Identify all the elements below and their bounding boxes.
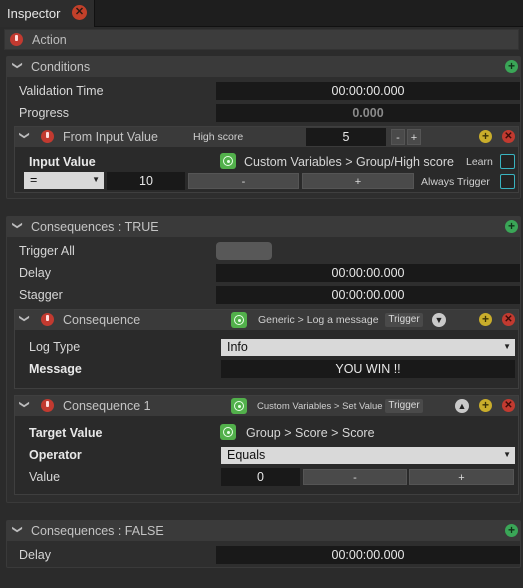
action-title: Action [32, 33, 67, 47]
always-trigger-label: Always Trigger [421, 176, 490, 188]
target-value-path: Group > Score > Score [246, 426, 375, 440]
from-input-title: From Input Value [63, 130, 158, 144]
input-value-label: Input Value [29, 155, 96, 169]
learn-checkbox[interactable] [500, 154, 515, 169]
consequence-header[interactable]: ❯ Consequence Generic > Log a message Tr… [15, 310, 518, 330]
compare-plus-button[interactable]: + [302, 173, 414, 189]
high-score-field[interactable]: 5 [306, 128, 386, 146]
consequences-false-title: Consequences : FALSE [31, 524, 164, 538]
progress-field: 0.000 [216, 104, 520, 122]
remove-icon[interactable]: ✕ [502, 313, 515, 326]
trigger-button[interactable]: Trigger [385, 399, 423, 413]
consequence-1-header[interactable]: ❯ Consequence 1 Custom Variables > Set V… [15, 396, 518, 416]
consequence-path: Generic > Log a message [258, 314, 379, 326]
conditions-header[interactable]: ❯ Conditions + [7, 57, 520, 77]
log-type-dropdown[interactable]: Info ▼ [221, 339, 515, 356]
value-minus-button[interactable]: - [303, 469, 407, 485]
comparator-value: = [30, 173, 38, 187]
value-field[interactable]: 0 [221, 468, 300, 486]
message-label: Message [29, 362, 82, 376]
consequence-1-title: Consequence 1 [63, 399, 151, 413]
target-icon[interactable] [231, 398, 247, 414]
log-type-label: Log Type [29, 340, 81, 354]
progress-label: Progress [19, 106, 70, 120]
stagger-field[interactable]: 00:00:00.000 [216, 286, 520, 304]
power-icon[interactable] [41, 399, 54, 412]
close-icon[interactable]: ✕ [72, 5, 87, 20]
target-icon[interactable] [220, 424, 236, 440]
chevron-down-icon[interactable]: ❯ [19, 314, 30, 322]
validation-time-label: Validation Time [19, 84, 104, 98]
delay-field[interactable]: 00:00:00.000 [216, 264, 520, 282]
chevron-up-icon[interactable]: ▲ [455, 399, 469, 413]
power-icon[interactable] [41, 130, 54, 143]
consequence-1-path: Custom Variables > Set Value [257, 401, 383, 412]
consequences-true-header[interactable]: ❯ Consequences : TRUE + [7, 217, 520, 237]
remove-icon[interactable]: ✕ [502, 130, 515, 143]
comparator-dropdown[interactable]: = ▼ [24, 172, 104, 189]
add-condition-icon[interactable]: + [505, 60, 518, 73]
input-target-path: Custom Variables > Group/High score [244, 155, 454, 169]
target-icon[interactable] [231, 312, 247, 328]
add-consequence-icon[interactable]: + [505, 220, 518, 233]
tab-inspector[interactable]: Inspector ✕ [0, 0, 95, 27]
tab-title: Inspector [7, 6, 61, 21]
chevron-down-icon[interactable]: ❯ [19, 131, 30, 139]
target-icon[interactable] [220, 153, 236, 169]
add-icon[interactable]: + [479, 313, 492, 326]
chevron-down-icon[interactable]: ❯ [12, 525, 23, 533]
operator-value: Equals [227, 448, 266, 462]
add-icon[interactable]: + [479, 399, 492, 412]
chevron-down-icon[interactable]: ❯ [12, 221, 23, 229]
chevron-down-icon[interactable]: ❯ [19, 400, 30, 408]
operator-dropdown[interactable]: Equals ▼ [221, 447, 515, 464]
power-icon[interactable] [41, 313, 54, 326]
value-plus-button[interactable]: + [409, 469, 514, 485]
from-input-header[interactable]: ❯ From Input Value High score 5 - + + ✕ [15, 127, 518, 147]
always-trigger-checkbox[interactable] [500, 174, 515, 189]
chevron-down-icon: ▼ [503, 450, 511, 459]
add-condition-icon[interactable]: + [479, 130, 492, 143]
power-icon[interactable] [10, 33, 23, 46]
trigger-button[interactable]: Trigger [385, 313, 423, 327]
chevron-down-icon[interactable]: ▼ [432, 313, 446, 327]
stagger-label: Stagger [19, 288, 63, 302]
consequences-true-title: Consequences : TRUE [31, 220, 159, 234]
consequences-false-header[interactable]: ❯ Consequences : FALSE + [7, 521, 520, 541]
delay-label: Delay [19, 266, 51, 280]
high-score-label: High score [193, 131, 244, 143]
action-bar: Action [4, 29, 519, 50]
compare-value-field[interactable]: 10 [107, 172, 185, 190]
target-value-label: Target Value [29, 426, 103, 440]
message-field[interactable]: YOU WIN !! [221, 360, 515, 378]
high-score-plus-button[interactable]: + [407, 129, 421, 145]
learn-label: Learn [466, 156, 493, 168]
validation-time-field[interactable]: 00:00:00.000 [216, 82, 520, 100]
delay-false-field[interactable]: 00:00:00.000 [216, 546, 520, 564]
chevron-down-icon[interactable]: ❯ [12, 61, 23, 69]
chevron-down-icon: ▼ [503, 342, 511, 351]
compare-minus-button[interactable]: - [188, 173, 299, 189]
remove-icon[interactable]: ✕ [502, 399, 515, 412]
conditions-title: Conditions [31, 60, 91, 74]
high-score-minus-button[interactable]: - [391, 129, 405, 145]
tab-bar: Inspector ✕ [0, 0, 523, 27]
trigger-all-label: Trigger All [19, 244, 75, 258]
operator-label: Operator [29, 448, 82, 462]
add-consequence-icon[interactable]: + [505, 524, 518, 537]
log-type-value: Info [227, 340, 248, 354]
value-label: Value [29, 470, 61, 484]
delay-false-label: Delay [19, 548, 51, 562]
chevron-down-icon: ▼ [92, 175, 100, 184]
trigger-all-button[interactable] [216, 242, 272, 260]
consequence-title: Consequence [63, 313, 141, 327]
